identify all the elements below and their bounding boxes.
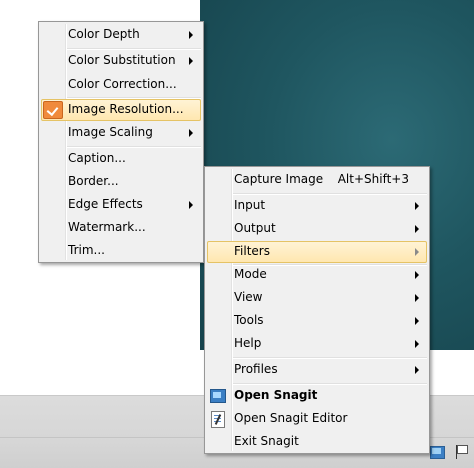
menu-item-output[interactable]: Output	[207, 218, 427, 240]
menu-item-trim[interactable]: Trim...	[41, 240, 201, 262]
menu-item-label: Border...	[68, 174, 119, 188]
menu-item-label: Trim...	[68, 243, 105, 257]
menu-item-color-depth[interactable]: Color Depth	[41, 24, 201, 46]
menu-item-tools[interactable]: Tools	[207, 310, 427, 332]
submenu-arrow-icon	[415, 340, 419, 348]
menu-item-label: Color Correction...	[68, 77, 177, 91]
menu-item-label: Profiles	[234, 362, 278, 376]
submenu-arrow-icon	[415, 294, 419, 302]
menu-item-view[interactable]: View	[207, 287, 427, 309]
menu-item-image-scaling[interactable]: Image Scaling	[41, 122, 201, 144]
menu-item-label: Image Resolution...	[68, 102, 184, 116]
snagit-context-menu: Capture Image Alt+Shift+3 Input Output F…	[204, 166, 430, 454]
menu-item-exit-snagit[interactable]: Exit Snagit	[207, 431, 427, 453]
menu-item-filters[interactable]: Filters	[207, 241, 427, 263]
submenu-arrow-icon	[189, 57, 193, 65]
check-icon	[43, 101, 63, 119]
menu-item-label: Open Snagit Editor	[234, 411, 348, 425]
menu-item-label: Color Depth	[68, 27, 140, 41]
menu-item-label: Color Substitution	[68, 53, 176, 67]
menu-item-label: Edge Effects	[68, 197, 143, 211]
menu-item-label: Image Scaling	[68, 125, 153, 139]
submenu-arrow-icon	[189, 129, 193, 137]
submenu-arrow-icon	[189, 201, 193, 209]
menu-item-label: Capture Image	[234, 172, 324, 186]
menu-item-help[interactable]: Help	[207, 333, 427, 355]
submenu-arrow-icon	[415, 248, 419, 256]
menu-item-shortcut: Alt+Shift+3	[337, 172, 409, 186]
menu-item-label: View	[234, 290, 263, 304]
menu-item-label: Exit Snagit	[234, 434, 299, 448]
menu-item-border[interactable]: Border...	[41, 171, 201, 193]
menu-item-capture-image[interactable]: Capture Image Alt+Shift+3	[207, 169, 427, 191]
submenu-arrow-icon	[415, 366, 419, 374]
snagit-editor-icon	[210, 411, 226, 428]
submenu-arrow-icon	[415, 317, 419, 325]
menu-item-mode[interactable]: Mode	[207, 264, 427, 286]
menu-item-image-resolution[interactable]: Image Resolution...	[41, 99, 201, 121]
menu-item-label: Output	[234, 221, 276, 235]
menu-item-open-snagit-editor[interactable]: Open Snagit Editor	[207, 408, 427, 430]
menu-item-edge-effects[interactable]: Edge Effects	[41, 194, 201, 216]
submenu-arrow-icon	[415, 202, 419, 210]
menu-item-label: Open Snagit	[234, 388, 318, 402]
menu-item-label: Help	[234, 336, 262, 350]
menu-item-color-correction[interactable]: Color Correction...	[41, 74, 201, 96]
submenu-arrow-icon	[415, 271, 419, 279]
filters-submenu: Color Depth Color Substitution Color Cor…	[38, 21, 204, 263]
menu-item-open-snagit[interactable]: Open Snagit	[207, 385, 427, 407]
menu-item-caption[interactable]: Caption...	[41, 148, 201, 170]
menu-item-watermark[interactable]: Watermark...	[41, 217, 201, 239]
menu-item-input[interactable]: Input	[207, 195, 427, 217]
menu-item-label: Input	[234, 198, 266, 212]
menu-item-label: Tools	[234, 313, 264, 327]
menu-item-label: Mode	[234, 267, 267, 281]
snagit-tray-icon[interactable]	[429, 444, 445, 460]
submenu-arrow-icon	[415, 225, 419, 233]
menu-item-label: Filters	[234, 244, 270, 258]
menu-item-label: Watermark...	[68, 220, 146, 234]
snagit-icon	[210, 388, 226, 404]
action-center-flag-icon[interactable]	[453, 444, 469, 460]
menu-item-label: Caption...	[68, 151, 126, 165]
submenu-arrow-icon	[189, 31, 193, 39]
menu-item-color-substitution[interactable]: Color Substitution	[41, 50, 201, 72]
menu-item-profiles[interactable]: Profiles	[207, 359, 427, 381]
